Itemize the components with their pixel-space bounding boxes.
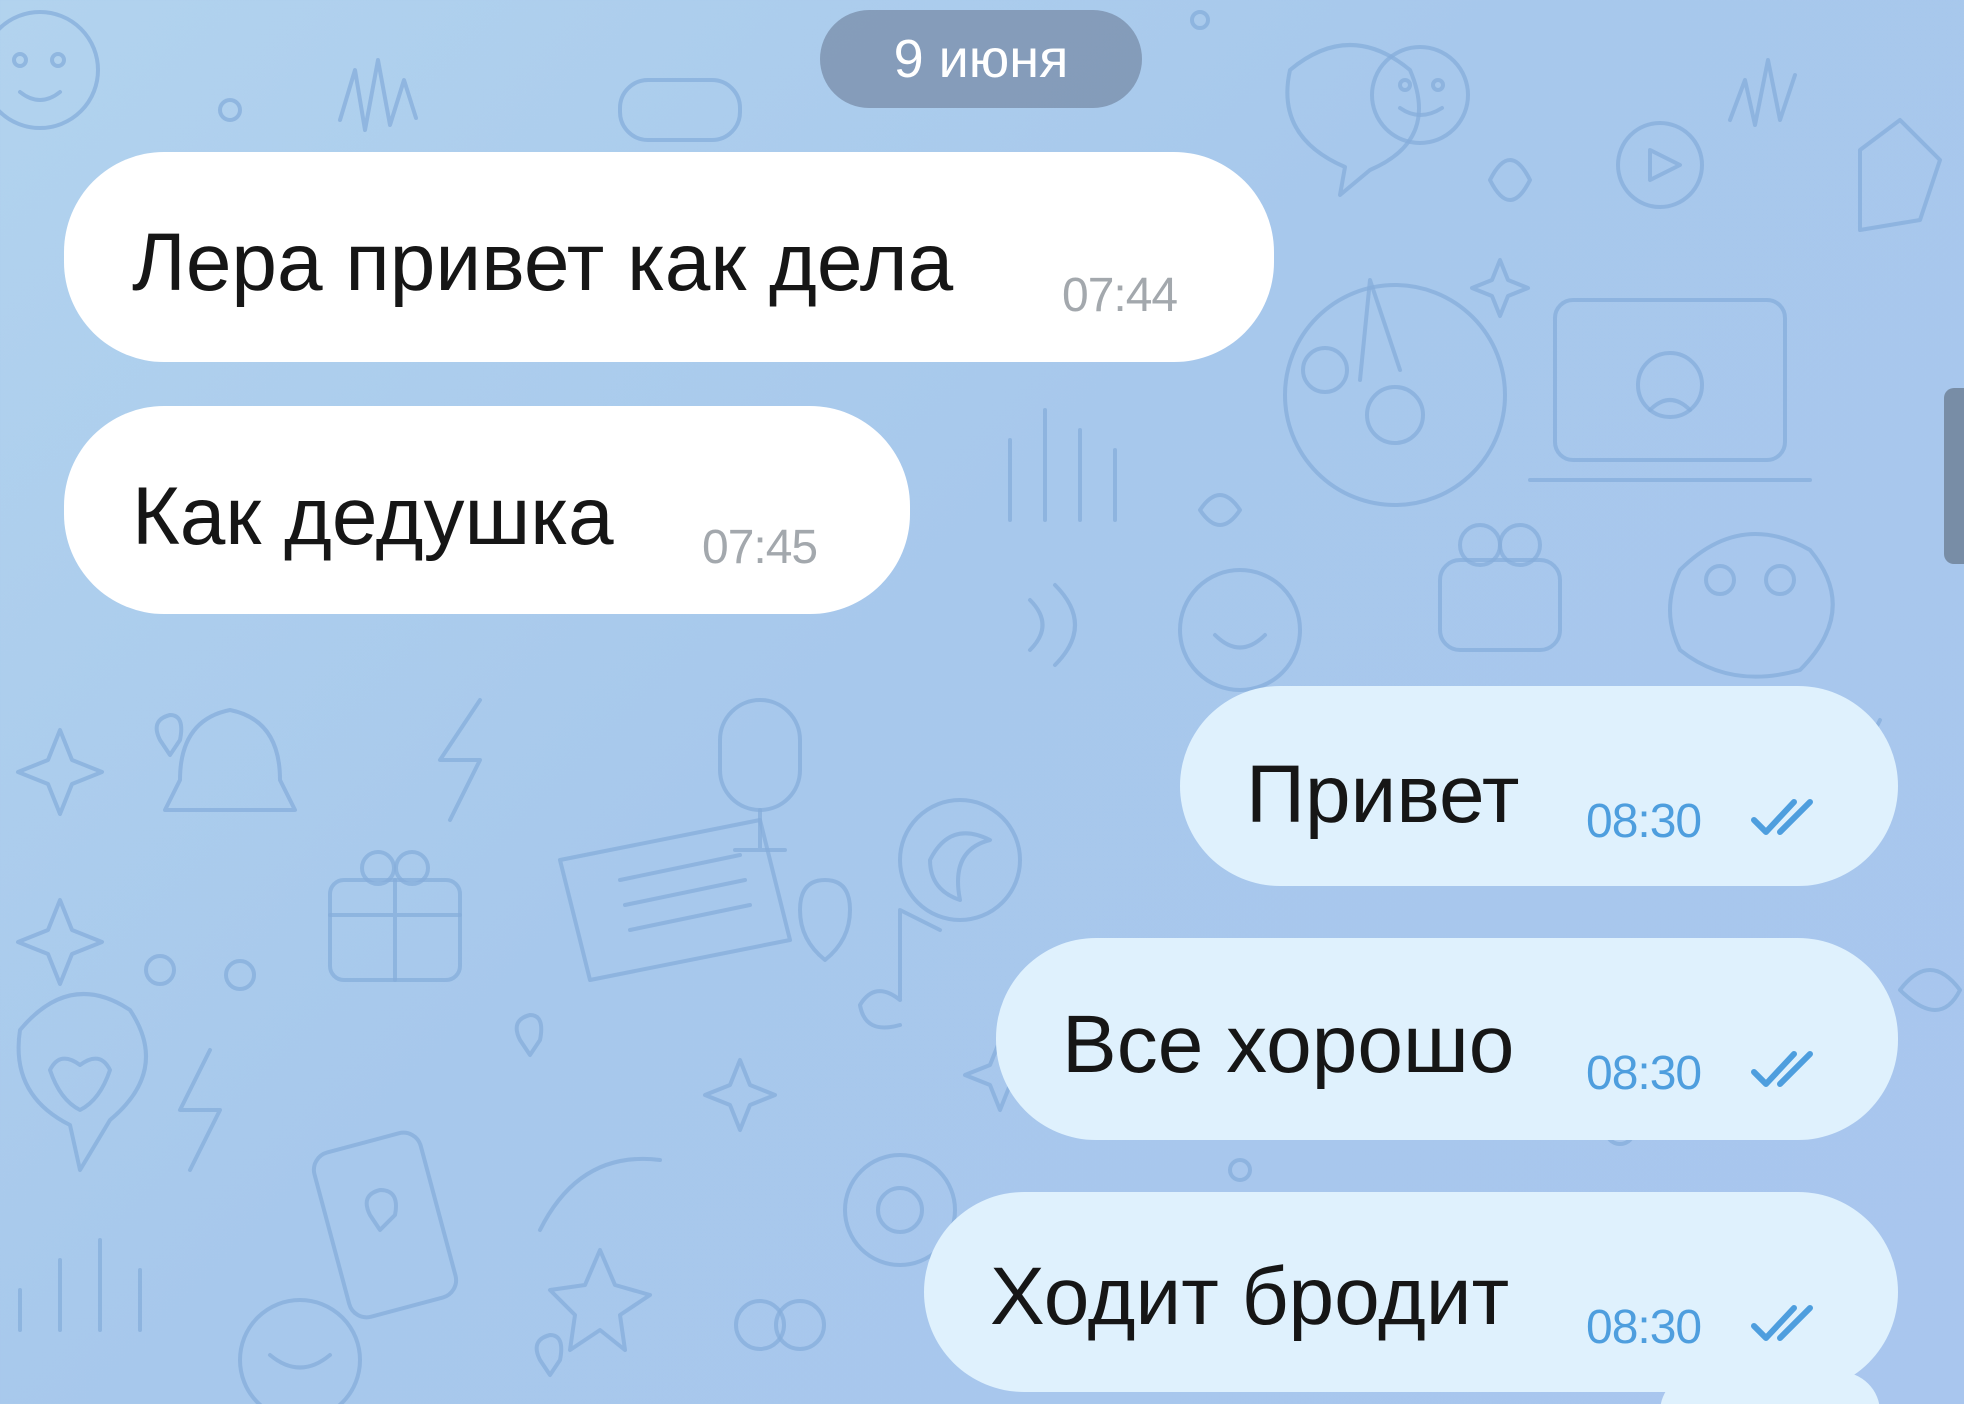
message-text: Лера привет как дела <box>132 217 954 308</box>
message-bubble-incoming[interactable]: Как дедушка 07:45 <box>64 406 910 614</box>
message-text: Как дедушка <box>132 471 614 562</box>
scroll-indicator[interactable] <box>1944 388 1964 564</box>
message-bubble-outgoing[interactable]: Ходит бродит 08:30 <box>924 1192 1898 1392</box>
message-bubble-incoming[interactable]: Лера привет как дела 07:44 <box>64 152 1274 362</box>
message-time: 08:30 <box>1586 795 1702 848</box>
double-check-icon <box>1751 799 1813 835</box>
double-check-icon <box>1751 1051 1813 1087</box>
message-time: 08:30 <box>1586 1301 1702 1354</box>
message-time: 08:30 <box>1586 1047 1702 1100</box>
message-time: 07:45 <box>702 521 818 574</box>
message-bubble-outgoing[interactable]: Привет 08:30 <box>1180 686 1898 886</box>
message-bubble-partial[interactable] <box>1660 1372 1880 1404</box>
message-text: Все хорошо <box>1062 999 1515 1090</box>
message-time: 07:44 <box>1062 269 1178 322</box>
date-separator: 9 июня <box>820 10 1142 108</box>
double-check-icon <box>1751 1305 1813 1341</box>
message-text: Привет <box>1246 749 1520 840</box>
message-bubble-outgoing[interactable]: Все хорошо 08:30 <box>996 938 1898 1140</box>
message-text: Ходит бродит <box>990 1251 1510 1342</box>
